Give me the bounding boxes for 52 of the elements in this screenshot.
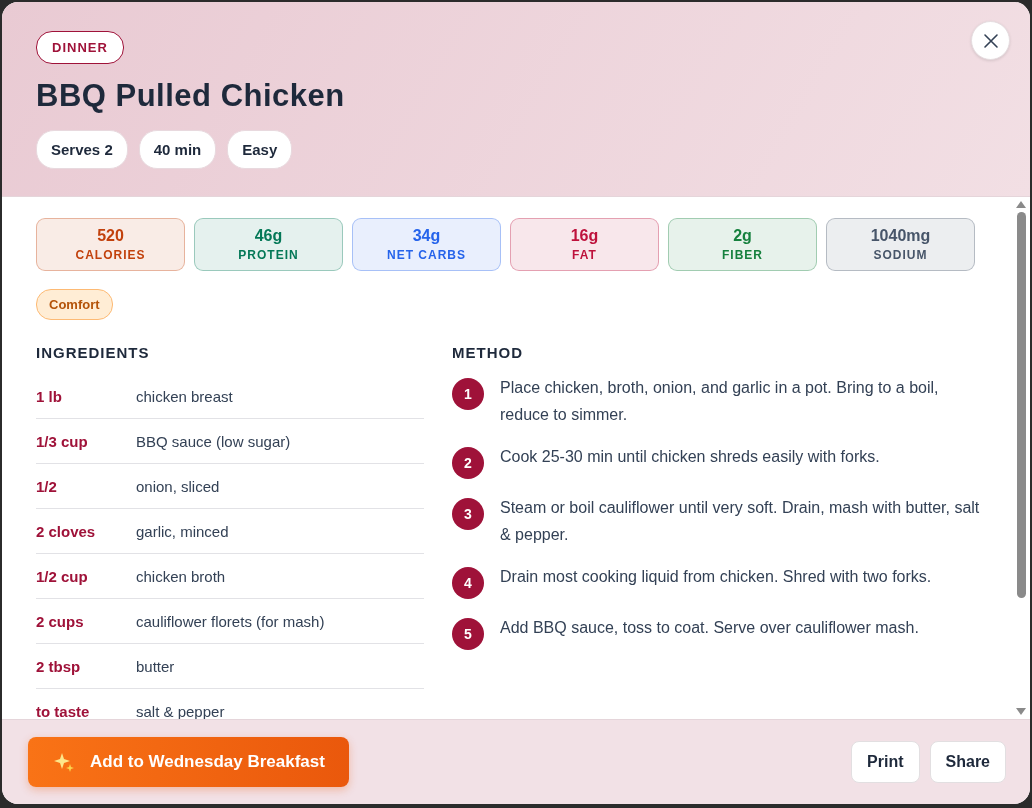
nutrition-label: FAT (572, 248, 597, 262)
step-text: Drain most cooking liquid from chicken. Shred with two forks. (500, 567, 933, 587)
ingredient-name: butter (136, 657, 175, 675)
ingredient-name: chicken breast (136, 387, 233, 405)
meal-type-badge: DINNER (36, 31, 124, 64)
nutrition-label: PROTEIN (238, 248, 299, 262)
ingredient-amount: 1 lb (36, 387, 63, 405)
close-button[interactable] (971, 21, 1010, 60)
step-number: 3 (452, 498, 484, 530)
sparkle-icon (54, 752, 74, 772)
ingredient-name: garlic, minced (136, 522, 229, 540)
nutrition-label: FIBER (722, 248, 763, 262)
step-text: Place chicken, broth, onion, and garlic in a pot. Bring to a boil, reduce to simmer. (500, 378, 940, 425)
step-number: 5 (452, 618, 484, 650)
nutrition-label: SODIUM (873, 248, 928, 262)
method-heading: METHOD (452, 344, 524, 361)
ingredient-amount: 1/2 cup (36, 567, 89, 585)
nutrition-value: 1040mg (870, 227, 931, 245)
nutrition-label: CALORIES (75, 248, 146, 262)
nutrition-value: 16g (570, 227, 599, 245)
footer-button[interactable]: Share (929, 741, 1006, 783)
step-number: 2 (452, 447, 484, 479)
meta-pill: Easy (227, 130, 293, 169)
step-text: Cook 25-30 min until chicken shreds easily with forks. (500, 447, 881, 467)
ingredient-amount: 2 cups (36, 612, 85, 630)
recipe-title: BBQ Pulled Chicken (36, 78, 346, 114)
nutrition-value: 34g (412, 227, 441, 245)
ingredient-amount: 2 tbsp (36, 657, 82, 675)
ingredients-heading: INGREDIENTS (36, 344, 151, 361)
step-number: 4 (452, 567, 484, 599)
ingredient-amount: 2 cloves (36, 522, 97, 540)
nutrition-value: 46g (254, 227, 283, 245)
nutrition-value: 2g (733, 227, 752, 245)
meta-pill: 40 min (138, 130, 217, 169)
scroll-up-icon (1016, 201, 1026, 208)
nutrition-label: NET CARBS (387, 248, 466, 262)
recipe-tag: Comfort (36, 289, 113, 320)
ingredient-name: chicken broth (136, 567, 226, 585)
ingredient-amount: 1/3 cup (36, 432, 89, 450)
step-text: Add BBQ sauce, toss to coat. Serve over cauliflower mash. (500, 618, 920, 638)
step-text: Steam or boil cauliflower until very soft. Drain, mash with butter, salt & pepper. (500, 498, 980, 545)
ingredient-name: onion, sliced (136, 477, 220, 495)
close-icon (982, 32, 999, 49)
meta-pill: Serves 2 (36, 130, 128, 169)
step-number: 1 (452, 378, 484, 410)
ingredient-name: cauliflower florets (for mash) (136, 612, 325, 630)
scroll-down-icon (1016, 708, 1026, 715)
footer-button[interactable]: Print (851, 741, 920, 783)
nutrition-value: 520 (97, 227, 124, 245)
ingredient-name: BBQ sauce (low sugar) (136, 432, 291, 450)
ingredient-amount: to taste (36, 703, 91, 719)
ingredient-amount: 1/2 (36, 477, 58, 495)
